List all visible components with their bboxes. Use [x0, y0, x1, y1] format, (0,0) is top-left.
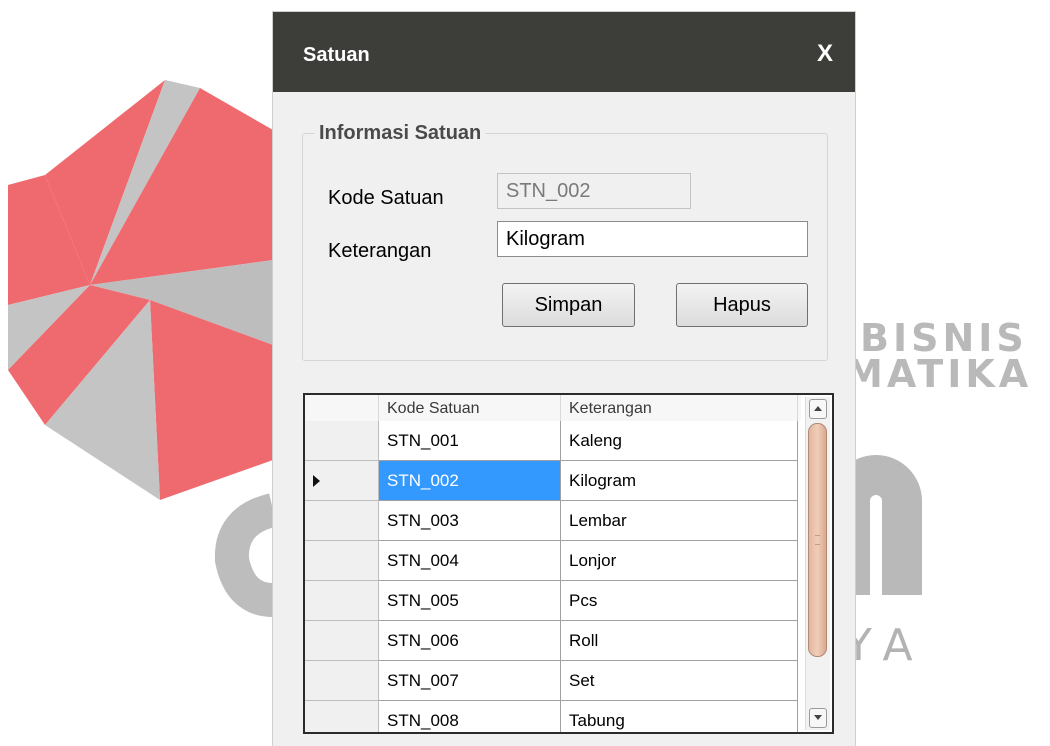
- cell-keterangan[interactable]: Tabung: [561, 701, 798, 732]
- scroll-up-arrow-icon[interactable]: [809, 399, 827, 419]
- cell-kode-satuan[interactable]: STN_002: [379, 461, 561, 501]
- title-bar[interactable]: Satuan X: [273, 12, 855, 92]
- row-header-cell[interactable]: [305, 461, 379, 501]
- table-row[interactable]: STN_005 Pcs: [305, 581, 798, 621]
- current-row-arrow-icon: [313, 475, 320, 487]
- row-header-cell[interactable]: [305, 621, 379, 661]
- simpan-button[interactable]: Simpan: [502, 283, 635, 327]
- cell-keterangan[interactable]: Lonjor: [561, 541, 798, 581]
- screen: BISNIS MATIKA YA Satuan X Informasi Satu…: [0, 0, 1050, 746]
- watermark-logo-pinwheel: [8, 80, 273, 500]
- cell-kode-satuan[interactable]: STN_001: [379, 421, 561, 461]
- watermark-s-shape: [214, 493, 278, 617]
- cell-kode-satuan[interactable]: STN_006: [379, 621, 561, 661]
- vertical-scrollbar[interactable]: [805, 397, 830, 730]
- table-row[interactable]: STN_003 Lembar: [305, 501, 798, 541]
- satuan-data-grid[interactable]: Kode Satuan Keterangan STN_001 Kaleng STN_…: [303, 393, 834, 734]
- column-header-kode[interactable]: Kode Satuan: [379, 395, 561, 421]
- table-row[interactable]: STN_006 Roll: [305, 621, 798, 661]
- cell-keterangan[interactable]: Pcs: [561, 581, 798, 621]
- informasi-satuan-group: Informasi Satuan Kode Satuan Keterangan …: [302, 122, 828, 361]
- cell-keterangan[interactable]: Roll: [561, 621, 798, 661]
- cell-keterangan[interactable]: Kaleng: [561, 421, 798, 461]
- close-button[interactable]: X: [817, 40, 833, 68]
- keterangan-label: Keterangan: [328, 240, 432, 262]
- satuan-dialog: Satuan X Informasi Satuan Kode Satuan Ke…: [273, 12, 855, 746]
- watermark-text-2: MATIKA: [845, 352, 1033, 396]
- scroll-thumb[interactable]: [808, 423, 827, 657]
- cell-keterangan[interactable]: Lembar: [561, 501, 798, 541]
- watermark-text-3: YA: [845, 620, 927, 671]
- row-header-cell[interactable]: [305, 501, 379, 541]
- hapus-button[interactable]: Hapus: [676, 283, 808, 327]
- grid-header: Kode Satuan Keterangan: [305, 395, 801, 421]
- group-title: Informasi Satuan: [315, 122, 486, 145]
- table-row[interactable]: STN_002 Kilogram: [305, 461, 798, 501]
- kode-satuan-field[interactable]: [497, 173, 691, 209]
- table-row[interactable]: STN_004 Lonjor: [305, 541, 798, 581]
- column-header-keterangan[interactable]: Keterangan: [561, 395, 798, 421]
- row-header-cell[interactable]: [305, 581, 379, 621]
- row-header-corner: [305, 395, 379, 421]
- row-header-cell[interactable]: [305, 701, 379, 732]
- row-header-cell[interactable]: [305, 421, 379, 461]
- cell-keterangan[interactable]: Set: [561, 661, 798, 701]
- row-header-cell[interactable]: [305, 661, 379, 701]
- kode-satuan-label: Kode Satuan: [328, 187, 444, 209]
- cell-kode-satuan[interactable]: STN_005: [379, 581, 561, 621]
- cell-kode-satuan[interactable]: STN_008: [379, 701, 561, 732]
- cell-keterangan[interactable]: Kilogram: [561, 461, 798, 501]
- table-row[interactable]: STN_007 Set: [305, 661, 798, 701]
- keterangan-field[interactable]: [497, 221, 808, 257]
- scroll-down-arrow-icon[interactable]: [809, 708, 827, 728]
- table-row[interactable]: STN_001 Kaleng: [305, 421, 798, 461]
- cell-kode-satuan[interactable]: STN_007: [379, 661, 561, 701]
- cell-kode-satuan[interactable]: STN_004: [379, 541, 561, 581]
- row-header-cell[interactable]: [305, 541, 379, 581]
- table-row[interactable]: STN_008 Tabung: [305, 701, 798, 732]
- window-title: Satuan: [303, 44, 370, 66]
- cell-kode-satuan[interactable]: STN_003: [379, 501, 561, 541]
- grip-icon: [815, 535, 820, 545]
